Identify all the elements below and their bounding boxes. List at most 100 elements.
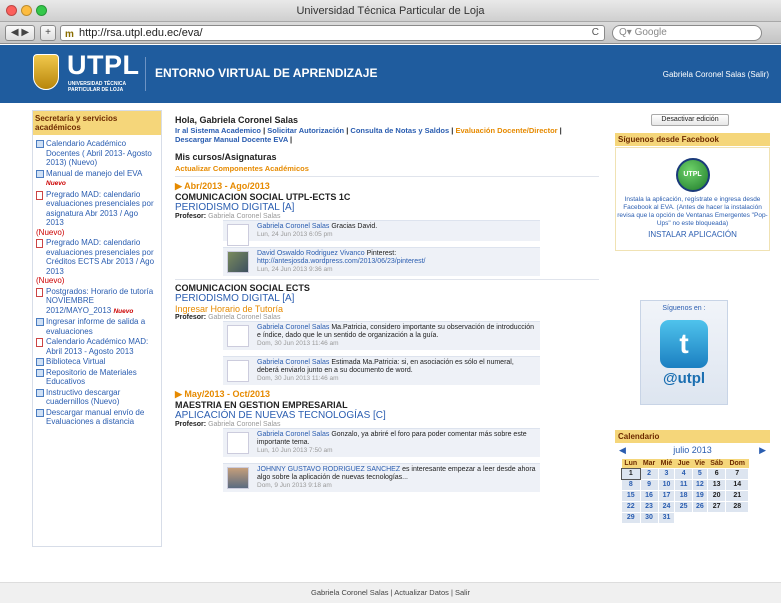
forum-post[interactable]: Gabriela Coronel Salas Gonzalo, ya abrir…	[223, 428, 540, 457]
subject-link[interactable]: APLICACIÓN DE NUEVAS TECNOLOGÍAS [C]	[175, 410, 599, 421]
sidebar-item[interactable]: Calendario Académico MAD: Abril 2013 - A…	[36, 337, 158, 356]
avatar	[227, 251, 249, 273]
calendar-day[interactable]: 27	[706, 500, 727, 513]
calendar-day[interactable]: 31	[657, 511, 676, 524]
calendar-day[interactable]: 18	[674, 489, 693, 502]
calendar-month: julio 2013	[673, 445, 712, 455]
link-icon	[36, 408, 44, 417]
period-header[interactable]: ▶ May/2013 - Oct/2013	[175, 389, 599, 400]
calendar-day[interactable]: 16	[639, 489, 659, 502]
sidebar-item[interactable]: Repositorio de Materiales Educativos	[36, 368, 158, 387]
pdf-icon	[36, 190, 43, 200]
calendar-day[interactable]: 1	[621, 467, 641, 480]
link-evaluacion-docente[interactable]: Evaluación Docente/Director	[455, 126, 557, 135]
calendar-day[interactable]: 19	[691, 489, 708, 502]
calendar-day[interactable]: 29	[621, 511, 641, 524]
calendar-day[interactable]: 21	[725, 489, 749, 502]
avatar	[227, 325, 249, 347]
sidebar-item[interactable]: Ingresar informe de salida a evaluacione…	[36, 317, 158, 336]
sidebar-item[interactable]: Manual de manejo del EVA Nuevo	[36, 169, 158, 189]
eva-app-icon[interactable]: UTPL	[675, 158, 710, 192]
link-icon	[36, 358, 44, 366]
forum-post[interactable]: David Oswaldo Rodriguez Vivanco Pinteres…	[223, 247, 540, 276]
quick-links: Ir al Sistema Academico | Solicitar Auto…	[175, 126, 562, 144]
sidebar-item[interactable]: Descargar manual envío de Evaluaciones a…	[36, 408, 158, 427]
calendar-day[interactable]: 12	[691, 478, 708, 491]
url-field[interactable]: m http://rsa.utpl.edu.ec/eva/ C	[60, 25, 605, 41]
pdf-icon	[36, 338, 43, 347]
calendar-day[interactable]: 4	[674, 467, 693, 480]
calendar-day[interactable]: 3	[657, 467, 676, 480]
calendar-day[interactable]: 11	[674, 478, 693, 491]
add-tab-button[interactable]: +	[40, 25, 56, 41]
link-descargar-manual[interactable]: Descargar Manual Docente EVA	[175, 135, 288, 144]
calendar-day[interactable]: 2	[639, 467, 659, 480]
forum-post[interactable]: Gabriela Coronel Salas Estimada Ma.Patri…	[223, 356, 540, 385]
browser-toolbar: ◀ ▶ + m http://rsa.utpl.edu.ec/eva/ C Q▾…	[0, 22, 781, 44]
calendar-day[interactable]: 14	[725, 478, 749, 491]
facebook-text: Instala la aplicación, regístrate e ingr…	[617, 196, 768, 227]
sidebar-item[interactable]: Instructivo descargar cuadernillos (Nuev…	[36, 388, 158, 407]
search-field[interactable]: Q▾ Google	[612, 25, 762, 41]
subject-link[interactable]: PERIODISMO DIGITAL [A]	[175, 293, 599, 304]
calendar-day[interactable]: 13	[706, 478, 727, 491]
facebook-header: Síguenos desde Facebook	[615, 133, 770, 146]
window-titlebar: Universidad Técnica Particular de Loja	[0, 0, 781, 22]
sidebar-item[interactable]: Postgrados: Horario de tutoría NOVIEMBRE…	[36, 287, 158, 317]
banner-title: ENTORNO VIRTUAL DE APRENDIZAJE	[155, 66, 378, 80]
twitter-follow-box[interactable]: Síguenos en : t @utpl	[640, 300, 728, 405]
forum-post[interactable]: JOHNNY GUSTAVO RODRIGUEZ SANCHEZ es inte…	[223, 463, 540, 492]
link-sistema-academico[interactable]: Ir al Sistema Academico	[175, 126, 261, 135]
courses-title: Mis cursos/Asignaturas	[175, 152, 277, 162]
deactivate-editing-button[interactable]: Desactivar edición	[651, 114, 729, 126]
calendar-day[interactable]: 23	[639, 500, 659, 513]
avatar	[227, 432, 249, 454]
calendar-day[interactable]: 10	[657, 478, 676, 491]
sidebar-item[interactable]: Biblioteca Virtual	[36, 357, 158, 367]
calendar-day[interactable]: 9	[639, 478, 659, 491]
user-logout-link[interactable]: Gabriela Coronel Salas (Salir)	[663, 70, 769, 79]
back-forward-buttons[interactable]: ◀ ▶	[5, 25, 35, 41]
install-app-link[interactable]: INSTALAR APLICACIÓN	[616, 231, 769, 239]
calendar-day[interactable]: 8	[621, 478, 641, 491]
calendar: Calendario ◀ julio 2013 ▶ Lun Mar Mié Jue Vi…	[615, 430, 770, 524]
calendar-nav: ◀ julio 2013 ▶	[615, 445, 770, 459]
update-components-link[interactable]: Actualizar Componentes Académicos	[175, 164, 599, 173]
link-consulta-notas[interactable]: Consulta de Notas y Saldos	[350, 126, 449, 135]
subject-link[interactable]: PERIODISMO DIGITAL [A]	[175, 202, 599, 213]
sidebar-item[interactable]: Pregrado MAD: calendario evaluaciones pr…	[36, 238, 158, 286]
next-month-icon[interactable]: ▶	[759, 445, 766, 456]
calendar-day[interactable]: 26	[691, 500, 708, 513]
calendar-day[interactable]: 15	[621, 489, 641, 502]
period-header[interactable]: ▶ Abr/2013 - Ago/2013	[175, 181, 599, 192]
sidebar-item[interactable]: Calendario Académico Docentes ( Abril 20…	[36, 139, 158, 168]
calendar-day[interactable]: 28	[725, 500, 749, 513]
calendar-day[interactable]: 24	[657, 500, 676, 513]
course-name: COMUNICACION SOCIAL UTPL-ECTS 1C	[175, 192, 351, 202]
tutoring-link[interactable]: Ingresar Horario de Tutoría	[175, 304, 599, 314]
utpl-shield-icon	[33, 54, 59, 90]
calendar-day[interactable]: 25	[674, 500, 693, 513]
calendar-day[interactable]: 6	[706, 467, 727, 480]
site-favicon-icon: m	[65, 29, 74, 40]
calendar-day[interactable]: 22	[621, 500, 641, 513]
calendar-day[interactable]: 17	[657, 489, 676, 502]
calendar-day[interactable]: 30	[639, 511, 659, 524]
page-footer[interactable]: Gabriela Coronel Salas | Actualizar Dato…	[0, 582, 781, 603]
twitter-handle: @utpl	[662, 370, 706, 387]
calendar-day[interactable]: 7	[725, 467, 749, 480]
forum-post[interactable]: Gabriela Coronel Salas Ma.Patricia, cons…	[223, 321, 540, 350]
sidebar-item[interactable]: Pregrado MAD: calendario evaluaciones pr…	[36, 190, 158, 238]
window-title: Universidad Técnica Particular de Loja	[296, 5, 485, 17]
prev-month-icon[interactable]: ◀	[619, 445, 626, 456]
logo-text[interactable]: UTPL	[67, 50, 140, 81]
link-solicitar-autorizacion[interactable]: Solicitar Autorización	[267, 126, 344, 135]
professor-line: Profesor: Gabriela Coronel Salas	[175, 421, 281, 428]
calendar-day[interactable]: 20	[706, 489, 727, 502]
calendar-day[interactable]: 5	[691, 467, 708, 480]
pdf-icon	[36, 239, 43, 248]
link-icon	[36, 140, 44, 148]
avatar	[227, 360, 249, 382]
forum-post[interactable]: Gabriela Coronel Salas Gracias David. Lun…	[223, 220, 540, 246]
reload-icon[interactable]: C	[592, 26, 599, 40]
